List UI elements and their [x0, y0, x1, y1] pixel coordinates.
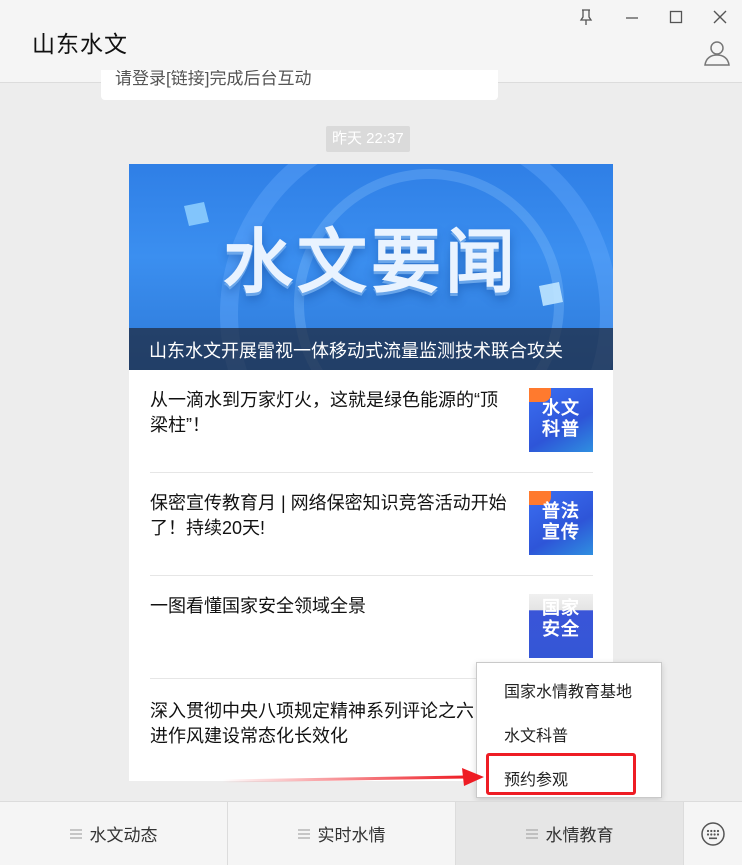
article-item-title: 从一滴水到万家灯火，这就是绿色能源的“顶梁柱”！	[150, 390, 498, 435]
article-item-title: 深入贯彻中央八项规定精神系列评论之六 | 推进作风建设常态化长效化	[150, 701, 507, 746]
menu-tab-hydrology-news[interactable]: 水文动态	[0, 802, 228, 865]
article-headline[interactable]: 山东水文开展雷视一体移动式流量监测技术联合攻关	[129, 328, 613, 370]
keyboard-icon[interactable]	[684, 802, 742, 865]
article-thumbnail: 普法宣传	[529, 491, 593, 555]
thumbnail-text: 水文科普	[542, 398, 580, 439]
bottom-menu-bar: 水文动态 实时水情 水情教育	[0, 801, 742, 865]
headline-text: 山东水文开展雷视一体移动式流量监测技术联合攻关	[149, 341, 563, 361]
thumbnail-text: 普法宣传	[542, 501, 580, 542]
menu-lines-icon	[525, 828, 538, 839]
highlight-box	[486, 753, 636, 795]
menu-lines-icon	[297, 828, 310, 839]
red-arrow-annotation	[222, 768, 484, 786]
submenu-item-hydrology-science[interactable]: 水文科普	[477, 710, 661, 754]
article-banner[interactable]: 水文要闻 山东水文开展雷视一体移动式流量监测技术联合攻关	[129, 164, 613, 370]
article-item-title: 保密宣传教育月 | 网络保密知识竞答活动开始了！持续20天!	[150, 493, 507, 538]
menu-tab-realtime-water[interactable]: 实时水情	[228, 802, 456, 865]
close-icon[interactable]	[705, 4, 735, 30]
previous-message-text: 请登录[链接]完成后台互动	[115, 70, 312, 88]
minimize-icon[interactable]	[617, 4, 647, 30]
article-list-item[interactable]: 保密宣传教育月 | 网络保密知识竞答活动开始了！持续20天! 普法宣传	[150, 473, 593, 576]
submenu-item-water-education-base[interactable]: 国家水情教育基地	[477, 666, 661, 710]
article-thumbnail: 水文科普	[529, 388, 593, 452]
previous-message-card[interactable]: 请登录[链接]完成后台互动	[101, 70, 498, 100]
article-item-title: 一图看懂国家安全领域全景	[150, 596, 366, 616]
banner-title: 水文要闻	[223, 221, 519, 303]
pin-icon[interactable]	[571, 4, 601, 30]
menu-lines-icon	[69, 828, 82, 839]
thumbnail-text: 国家安全	[542, 598, 580, 639]
user-icon[interactable]	[702, 38, 732, 68]
message-timestamp: 昨天 22:37	[326, 126, 410, 152]
menu-tab-water-education[interactable]: 水情教育	[456, 802, 684, 865]
maximize-icon[interactable]	[661, 4, 691, 30]
article-list-item[interactable]: 从一滴水到万家灯火，这就是绿色能源的“顶梁柱”！ 水文科普	[150, 370, 593, 473]
chat-title: 山东水文	[32, 31, 128, 57]
article-thumbnail: 国家安全	[529, 594, 593, 658]
